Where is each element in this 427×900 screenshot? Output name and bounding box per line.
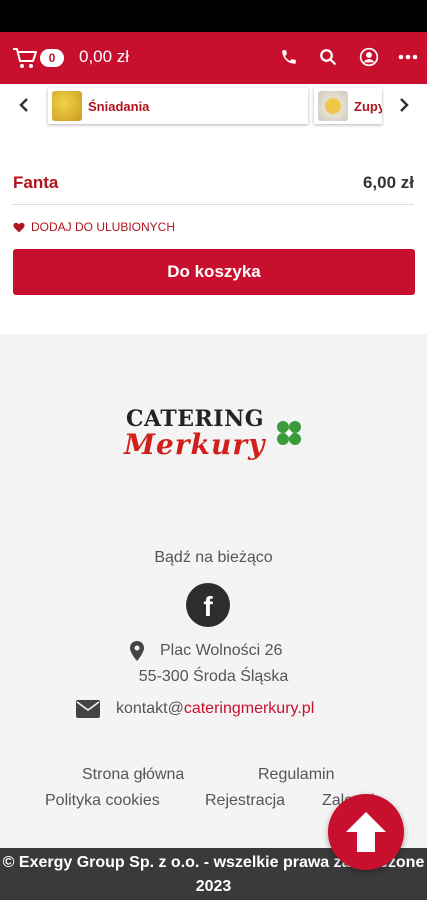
catering-merkury-logo[interactable]: CATERING Merkury <box>124 406 306 472</box>
product-price: 6,00 zł <box>362 173 414 192</box>
email-row: kontakt@cateringmerkury.pl <box>116 700 314 718</box>
clover-icon <box>277 421 301 445</box>
address-line-2: 55-300 Środa Śląska <box>138 668 289 685</box>
divider <box>13 204 414 205</box>
logo-text-bottom: Merkury <box>124 428 266 461</box>
location-pin-icon <box>130 641 144 661</box>
user-icon[interactable] <box>358 46 380 68</box>
product-name: Fanta <box>13 173 59 192</box>
phone-icon[interactable] <box>278 46 300 68</box>
email-prefix: kontakt@ <box>116 700 184 717</box>
category-label: Śniadania <box>88 98 150 114</box>
soup-thumbnail <box>318 91 348 121</box>
envelope-icon <box>76 700 100 718</box>
cart-total[interactable]: 0,00 zł <box>79 47 129 67</box>
top-bar: 0 0,00 zł <box>0 32 427 84</box>
footer-link-home[interactable]: Strona główna <box>82 766 184 784</box>
arrow-up-icon <box>346 812 386 852</box>
footer-link-register[interactable]: Rejestracja <box>205 792 285 810</box>
add-to-cart-button[interactable]: Do koszyka <box>13 249 415 295</box>
product-panel: Fanta 6,00 zł DODAJ DO ULUBIONYCH Do kos… <box>0 128 427 334</box>
category-item-breakfast[interactable]: Śniadania <box>48 88 308 124</box>
chevron-right-icon[interactable] <box>392 92 416 118</box>
favorites-label: DODAJ DO ULUBIONYCH <box>31 220 176 234</box>
more-icon[interactable] <box>397 46 419 68</box>
chevron-left-icon[interactable] <box>12 92 36 118</box>
category-item-soup[interactable]: Zupy <box>314 88 382 124</box>
category-carousel: Śniadania Zupy <box>0 84 427 128</box>
heart-icon <box>13 222 25 232</box>
footer-link-terms[interactable]: Regulamin <box>258 766 334 784</box>
breakfast-thumbnail <box>52 91 82 121</box>
status-bar <box>0 0 427 32</box>
search-icon[interactable] <box>317 46 339 68</box>
scroll-to-top-button[interactable] <box>328 794 404 870</box>
stay-tuned-text: Bądź na bieżąco <box>154 549 273 566</box>
facebook-glyph: f <box>203 590 213 622</box>
add-to-favorites-link[interactable]: DODAJ DO ULUBIONYCH <box>13 220 175 234</box>
address-line-1: Plac Wolności 26 <box>160 642 283 659</box>
category-label: Zupy <box>354 98 382 114</box>
cart-count-badge[interactable]: 0 <box>40 49 64 67</box>
footer-link-cookies[interactable]: Polityka cookies <box>45 792 160 810</box>
email-link[interactable]: cateringmerkury.pl <box>184 700 314 717</box>
cart-icon[interactable] <box>12 46 38 70</box>
facebook-icon[interactable]: f <box>186 583 230 627</box>
